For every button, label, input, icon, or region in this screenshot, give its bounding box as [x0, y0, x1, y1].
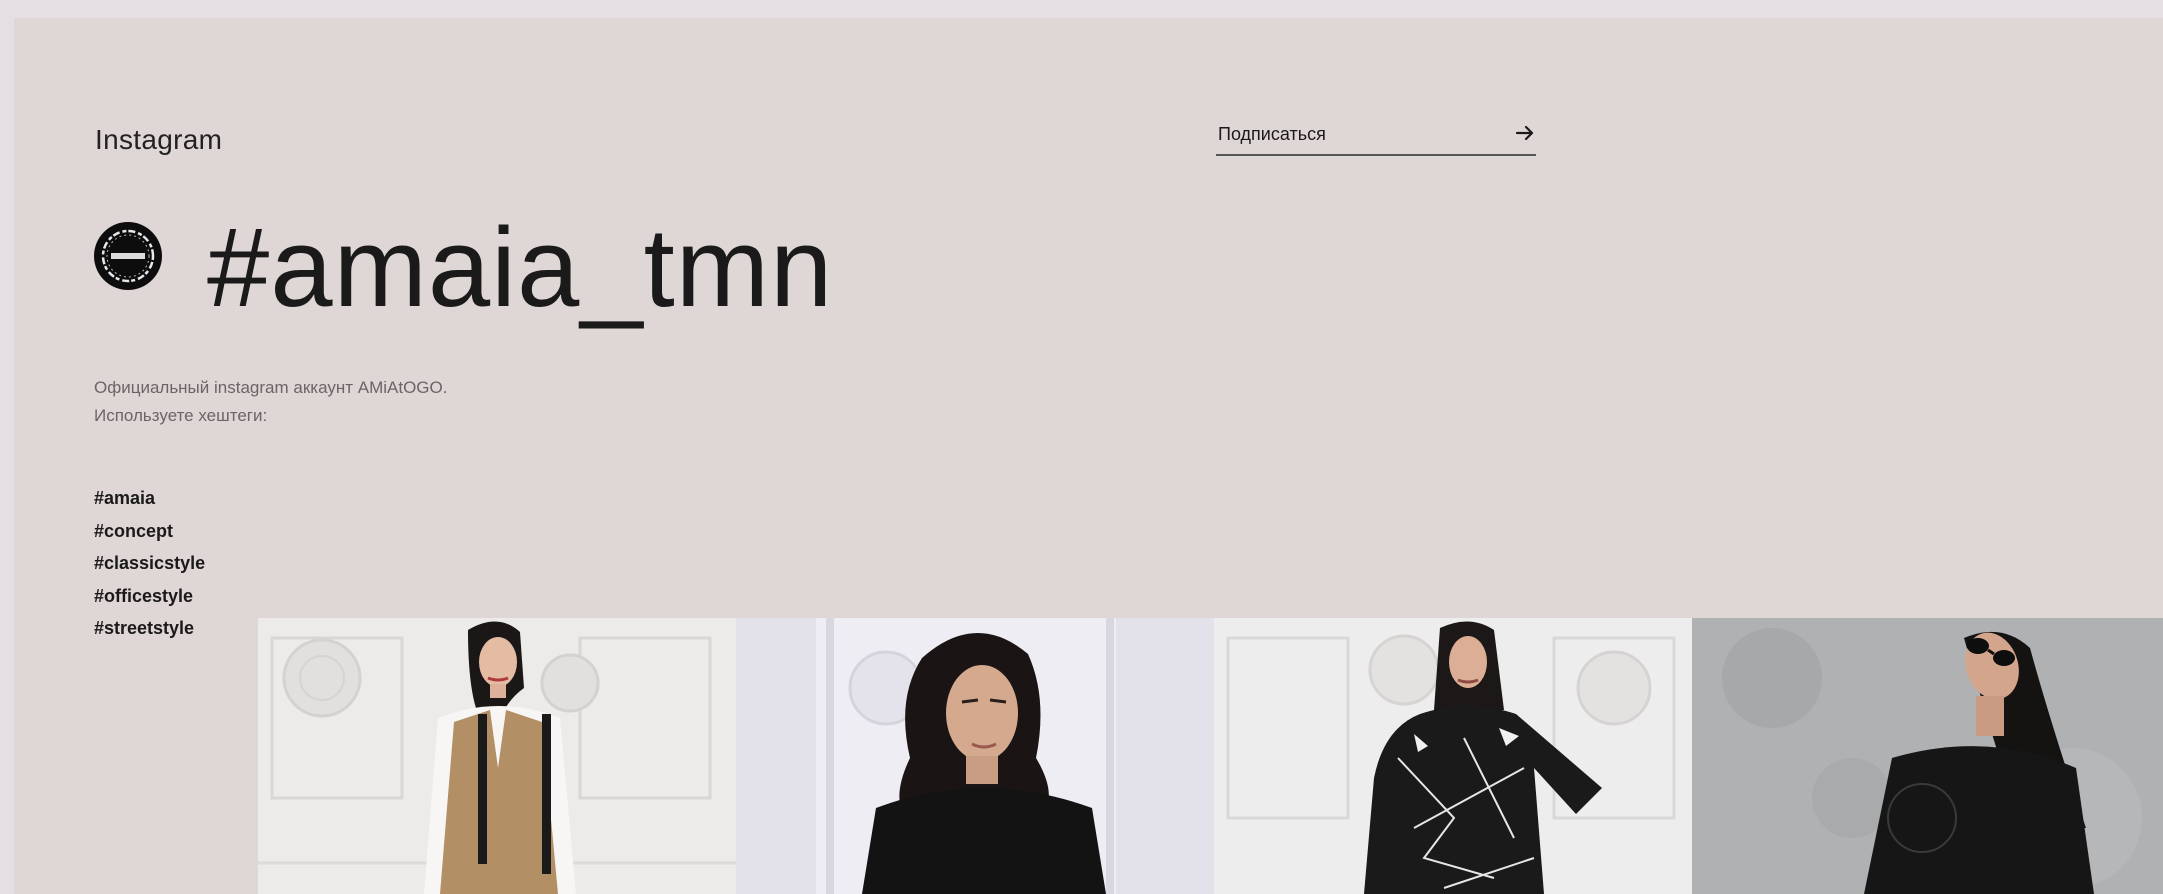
- hashtag-link[interactable]: #officestyle: [94, 580, 205, 613]
- arrow-right-icon: [1515, 125, 1534, 141]
- hashtag-link[interactable]: #classicstyle: [94, 547, 205, 580]
- section-label: Instagram: [95, 124, 223, 155]
- amaia-logo-icon[interactable]: [94, 222, 162, 290]
- description-line: Используете хештеги:: [94, 406, 268, 425]
- instagram-section: Instagram Подписаться #amaia_tmn Официал…: [14, 18, 2163, 894]
- subscribe-button[interactable]: Подписаться: [1216, 118, 1536, 156]
- description-line: Официальный instagram аккаунт AMiAtOGO.: [94, 378, 448, 397]
- account-handle: #amaia_tmn: [207, 205, 834, 330]
- hashtag-link[interactable]: #streetstyle: [94, 612, 205, 645]
- hashtag-link[interactable]: #amaia: [94, 482, 205, 515]
- hashtag-link[interactable]: #concept: [94, 515, 205, 548]
- photo-model-sunglasses[interactable]: [1692, 618, 2163, 894]
- photo-model-printed-dress[interactable]: [1214, 618, 1692, 894]
- photo-gallery: [258, 618, 2163, 894]
- hashtag-list: #amaia #concept #classicstyle #officesty…: [94, 482, 205, 645]
- account-description: Официальный instagram аккаунт AMiAtOGO. …: [94, 374, 447, 430]
- subscribe-label: Подписаться: [1218, 124, 1326, 144]
- photo-model-portrait[interactable]: [736, 618, 1214, 894]
- photo-model-vest[interactable]: [258, 618, 736, 894]
